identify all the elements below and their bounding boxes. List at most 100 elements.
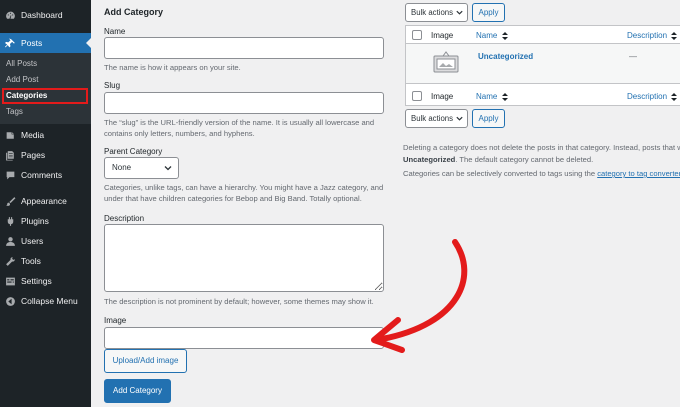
column-image: Image — [431, 31, 454, 40]
plugin-icon — [5, 216, 16, 227]
add-category-button[interactable]: Add Category — [104, 379, 171, 403]
chevron-down-icon — [456, 116, 463, 121]
footer-column-description-sort[interactable]: Description — [627, 92, 678, 101]
delete-note-line-2: Uncategorized. The default category cann… — [403, 154, 593, 166]
menu-collapse-label: Collapse Menu — [21, 296, 78, 306]
bulk-actions-label: Bulk actions — [411, 8, 454, 17]
add-category-form: Add Category Name The name is how it app… — [91, 0, 393, 407]
converter-note-text: Categories can be selectively converted … — [403, 169, 598, 178]
table-row: Uncategorized — — [406, 44, 680, 84]
admin-sidebar: Dashboard Posts All Posts Add Post Categ… — [0, 0, 91, 407]
menu-comments[interactable]: Comments — [0, 165, 91, 185]
slug-label: Slug — [104, 81, 121, 90]
users-icon — [5, 236, 16, 247]
footer-column-name-sort[interactable]: Name — [476, 92, 508, 101]
category-list: Bulk actions Apply Image Name Descriptio… — [403, 0, 680, 407]
bulk-actions-select-top[interactable]: Bulk actions — [405, 3, 468, 22]
menu-collapse[interactable]: Collapse Menu — [0, 291, 91, 311]
submenu-tags[interactable]: Tags — [0, 104, 91, 120]
pages-icon — [5, 150, 16, 161]
category-name-link[interactable]: Uncategorized — [478, 52, 533, 61]
table-header: Image Name Description — [406, 26, 680, 44]
menu-plugins-label: Plugins — [21, 216, 49, 226]
chevron-down-icon — [164, 166, 172, 171]
menu-dashboard[interactable]: Dashboard — [0, 5, 91, 25]
menu-users[interactable]: Users — [0, 231, 91, 251]
menu-comments-label: Comments — [21, 170, 63, 180]
category-description: — — [629, 52, 637, 61]
description-label: Description — [104, 214, 145, 223]
column-description-sort[interactable]: Description — [627, 31, 678, 40]
slug-help-line-1: The “slug” is the URL-friendly version o… — [104, 118, 375, 127]
footer-column-name-label: Name — [476, 92, 498, 101]
menu-appearance[interactable]: Appearance — [0, 191, 91, 211]
footer-column-description-label: Description — [627, 92, 668, 101]
parent-category-value: None — [112, 163, 132, 172]
table-footer: Image Name Description — [406, 85, 680, 106]
category-to-tag-converter-link[interactable]: category to tag converter — [597, 169, 680, 178]
name-help: The name is how it appears on your site. — [104, 63, 241, 72]
select-all-checkbox[interactable] — [412, 30, 422, 40]
sort-icon — [501, 31, 508, 40]
settings-icon — [5, 276, 16, 287]
parent-help-line-2: under that have children categories for … — [104, 194, 362, 203]
column-description-label: Description — [627, 31, 668, 40]
description-help: The description is not prominent by defa… — [104, 297, 374, 306]
menu-pages[interactable]: Pages — [0, 145, 91, 165]
menu-settings-label: Settings — [21, 276, 52, 286]
slug-help-line-2: contains only letters, numbers, and hyph… — [104, 129, 255, 138]
name-label: Name — [104, 27, 126, 36]
parent-help-line-1: Categories, unlike tags, can have a hier… — [104, 183, 384, 192]
form-title: Add Category — [104, 7, 164, 17]
column-name-sort[interactable]: Name — [476, 31, 508, 40]
parent-category-select[interactable]: None — [104, 157, 179, 179]
menu-appearance-label: Appearance — [21, 196, 67, 206]
submenu-add-post[interactable]: Add Post — [0, 72, 91, 88]
converter-note: Categories can be selectively converted … — [403, 168, 680, 180]
apply-button-top[interactable]: Apply — [472, 3, 505, 22]
default-category-name: Uncategorized — [403, 155, 456, 164]
delete-note-line-2-text: . The default category cannot be deleted… — [455, 155, 594, 164]
categories-table: Image Name Description Uncategorized — I… — [405, 25, 680, 106]
image-placeholder-icon — [433, 51, 459, 73]
menu-settings[interactable]: Settings — [0, 271, 91, 291]
menu-tools-label: Tools — [21, 256, 41, 266]
sort-icon — [501, 92, 508, 101]
menu-media[interactable]: Media — [0, 125, 91, 145]
footer-column-image: Image — [431, 92, 454, 101]
apply-button-bottom[interactable]: Apply — [472, 109, 505, 128]
menu-users-label: Users — [21, 236, 44, 246]
collapse-icon — [5, 296, 16, 307]
upload-image-button[interactable]: Upload/Add image — [104, 349, 187, 373]
menu-dashboard-label: Dashboard — [21, 10, 63, 20]
paintbrush-icon — [5, 196, 16, 207]
column-name-label: Name — [476, 31, 498, 40]
menu-tools[interactable]: Tools — [0, 251, 91, 271]
image-url-input[interactable] — [104, 327, 384, 349]
menu-pages-label: Pages — [21, 150, 46, 160]
parent-category-label: Parent Category — [104, 147, 163, 156]
comment-icon — [5, 170, 16, 181]
media-icon — [5, 130, 16, 141]
pin-icon — [5, 38, 16, 49]
sort-icon — [671, 92, 678, 101]
bulk-actions-label: Bulk actions — [411, 114, 454, 123]
bulk-actions-select-bottom[interactable]: Bulk actions — [405, 109, 468, 128]
menu-media-label: Media — [21, 130, 45, 140]
submenu-all-posts[interactable]: All Posts — [0, 56, 91, 72]
delete-note-line-1: Deleting a category does not delete the … — [403, 143, 680, 152]
chevron-down-icon — [456, 10, 463, 15]
image-label: Image — [104, 316, 127, 325]
sort-icon — [671, 31, 678, 40]
name-input[interactable] — [104, 37, 384, 59]
select-all-checkbox-footer[interactable] — [412, 91, 422, 101]
menu-posts[interactable]: Posts — [0, 33, 91, 53]
menu-posts-label: Posts — [21, 38, 43, 48]
posts-submenu: All Posts Add Post Categories Tags — [0, 53, 91, 124]
wrench-icon — [5, 256, 16, 267]
submenu-categories[interactable]: Categories — [2, 88, 88, 104]
slug-input[interactable] — [104, 92, 384, 114]
menu-plugins[interactable]: Plugins — [0, 211, 91, 231]
description-textarea[interactable] — [104, 224, 384, 292]
dashboard-icon — [5, 10, 16, 21]
